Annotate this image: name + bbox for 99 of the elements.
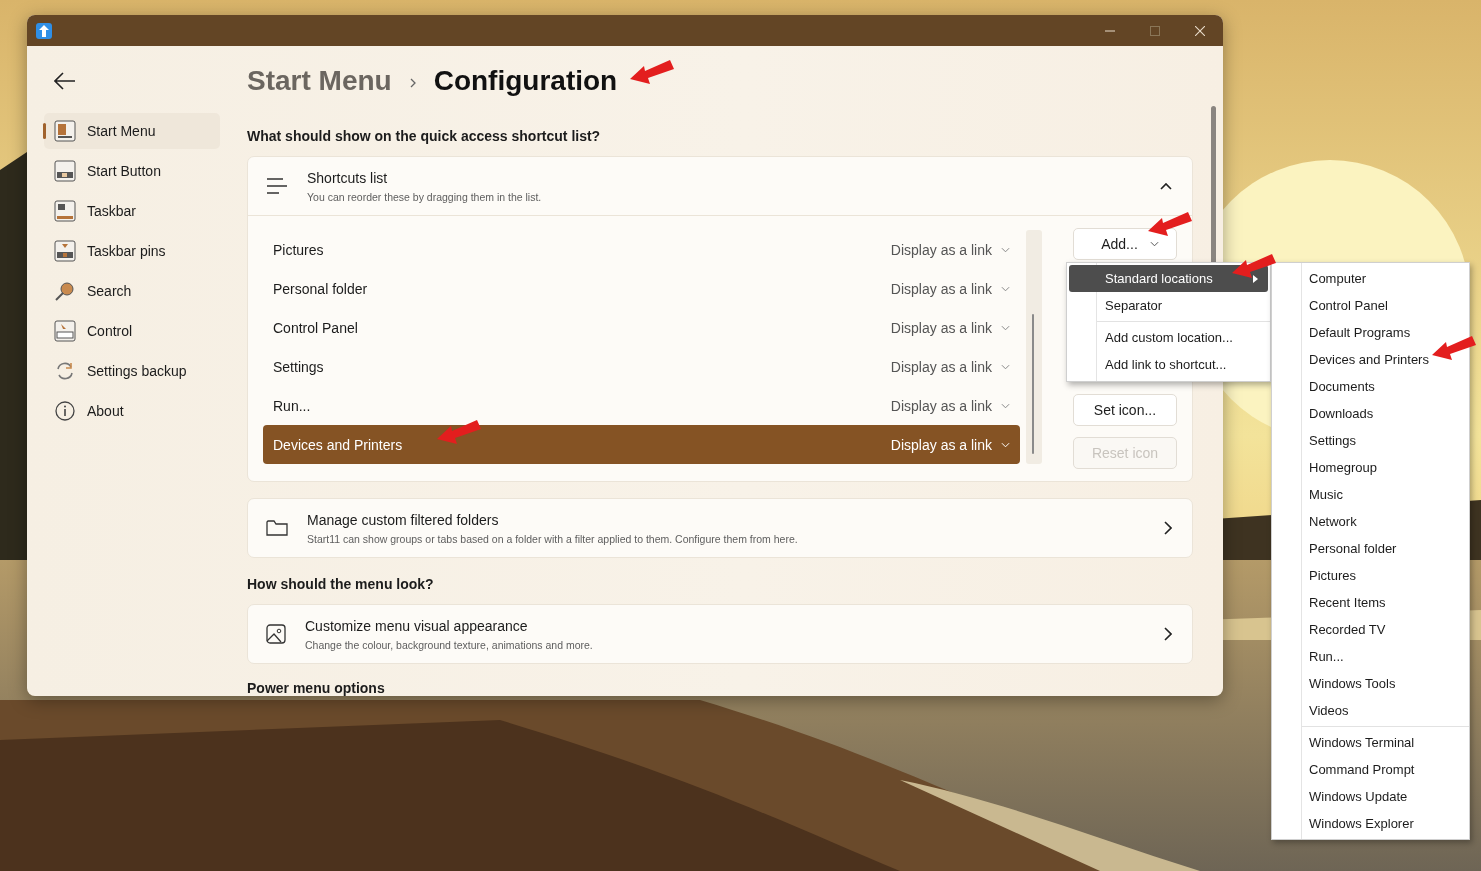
menu-item[interactable]: Add link to shortcut... <box>1069 351 1268 378</box>
caret-icon <box>1001 285 1010 292</box>
shortcut-name: Personal folder <box>273 280 368 297</box>
sidebar-item[interactable]: Search <box>44 273 220 309</box>
menu-item[interactable]: Windows Tools <box>1309 670 1396 697</box>
info-icon <box>54 400 76 422</box>
card-subtitle: You can reorder these by dragging them in the list. <box>307 190 543 203</box>
menu-item[interactable]: Recent Items <box>1309 589 1386 616</box>
menu-item[interactable]: Windows Update <box>1309 783 1408 810</box>
menu-item[interactable]: Windows Terminal <box>1309 729 1415 756</box>
menu-item[interactable]: Settings <box>1309 427 1356 454</box>
maximize-icon[interactable] <box>1150 25 1160 36</box>
caret-icon <box>1001 246 1010 253</box>
taskbar-icon <box>54 200 76 222</box>
start-button-icon <box>54 160 76 182</box>
annotation-arrow <box>1232 254 1276 280</box>
section-heading: How should the menu look? <box>247 576 435 592</box>
filtered-folders-card[interactable]: Manage custom filtered folders Start11 can show groups or tabs based on a folder with a filter applied to them. Configure them from here. <box>247 498 1193 558</box>
menu-item[interactable]: Personal folder <box>1309 535 1397 562</box>
menu-item[interactable]: Devices and Printers <box>1309 346 1429 373</box>
sidebar-item[interactable]: Start Menu <box>44 113 220 149</box>
shortcut-row[interactable]: Personal folder Display as a link <box>263 269 1020 308</box>
section-heading: What should show on the quick access shortcut list? <box>247 128 602 144</box>
shortcut-row[interactable]: Control Panel Display as a link <box>263 308 1020 347</box>
menu-item[interactable]: Computer <box>1309 265 1367 292</box>
list-icon <box>266 178 288 194</box>
display-dropdown[interactable]: Display as a link <box>890 436 1010 453</box>
search-icon <box>54 280 76 302</box>
menu-item[interactable]: Control Panel <box>1309 292 1388 319</box>
close-icon[interactable] <box>1195 25 1205 36</box>
taskbar-pins-icon <box>54 240 76 262</box>
sidebar-item[interactable]: Control <box>44 313 220 349</box>
sidebar-item[interactable]: Start Button <box>44 153 220 189</box>
folder-icon <box>266 519 288 537</box>
annotation-arrow <box>1148 212 1192 238</box>
image-icon <box>266 624 286 644</box>
card-title: Customize menu visual appearance <box>305 617 529 634</box>
appearance-card[interactable]: Customize menu visual appearance Change the colour, background texture, animations and more. <box>247 604 1193 664</box>
collapse-chevron-icon[interactable] <box>1160 182 1172 190</box>
keyboard-icon <box>54 320 76 342</box>
menu-item[interactable]: Downloads <box>1309 400 1374 427</box>
breadcrumb-item: Configuration <box>433 65 618 97</box>
shortcut-row[interactable]: Pictures Display as a link <box>263 230 1020 269</box>
annotation-arrow <box>630 60 674 86</box>
chevron-right-icon <box>1164 627 1172 641</box>
selection-indicator <box>43 123 46 139</box>
menu-item[interactable]: Standard locations <box>1069 265 1268 292</box>
dropdown-button[interactable]: Add... <box>1073 228 1177 260</box>
card-title: Shortcuts list <box>307 169 389 186</box>
display-dropdown[interactable]: Display as a link <box>890 280 1010 297</box>
menu-item[interactable]: Videos <box>1309 697 1349 724</box>
annotation-arrow <box>1432 336 1476 362</box>
display-dropdown[interactable]: Display as a link <box>890 397 1010 414</box>
menu-item[interactable]: Pictures <box>1309 562 1356 589</box>
menu-item[interactable]: Windows Explorer <box>1309 810 1414 837</box>
shortcut-name: Pictures <box>273 241 324 258</box>
shortcut-name: Devices and Printers <box>273 436 403 453</box>
shortcut-row[interactable]: Run... Display as a link <box>263 386 1020 425</box>
card-subtitle: Change the colour, background texture, animations and more. <box>305 638 594 651</box>
shortcut-name: Run... <box>273 397 311 414</box>
sidebar-item[interactable]: About <box>44 393 220 429</box>
menu-item[interactable]: Documents <box>1309 373 1375 400</box>
breadcrumb-item[interactable]: Start Menu <box>247 65 392 97</box>
card-subtitle: Start11 can show groups or tabs based on a folder with a filter applied to them. Configure them from here. <box>307 532 799 545</box>
display-dropdown[interactable]: Display as a link <box>890 241 1010 258</box>
menu-item[interactable]: Add custom location... <box>1069 324 1268 351</box>
menu-item[interactable]: Homegroup <box>1309 454 1377 481</box>
sidebar-item[interactable]: Settings backup <box>44 353 220 389</box>
sidebar-item[interactable]: Taskbar <box>44 193 220 229</box>
section-heading: Power menu options <box>247 680 386 696</box>
menu-item[interactable]: Music <box>1309 481 1343 508</box>
menu-item[interactable]: Network <box>1309 508 1357 535</box>
display-dropdown[interactable]: Display as a link <box>890 319 1010 336</box>
shortcut-name: Settings <box>273 358 324 375</box>
caret-icon <box>1001 363 1010 370</box>
menu-item[interactable]: Default Programs <box>1309 319 1411 346</box>
button[interactable]: Set icon... <box>1073 394 1177 426</box>
caret-icon <box>1001 441 1010 448</box>
start-menu-icon <box>54 120 76 142</box>
menu-item[interactable]: Run... <box>1309 643 1344 670</box>
caret-icon <box>1149 241 1159 247</box>
chevron-icon <box>409 78 416 88</box>
annotation-arrow <box>437 420 481 446</box>
caret-icon <box>1001 402 1010 409</box>
card-title: Manage custom filtered folders <box>307 511 500 528</box>
chevron-right-icon <box>1164 521 1172 535</box>
sync-icon <box>54 360 76 382</box>
back-arrow-icon[interactable] <box>54 72 76 90</box>
app-icon <box>36 22 52 39</box>
caret-icon <box>1001 324 1010 331</box>
menu-item[interactable]: Recorded TV <box>1309 616 1386 643</box>
sidebar-item[interactable]: Taskbar pins <box>44 233 220 269</box>
shortcut-row[interactable]: Devices and Printers Display as a link <box>263 425 1020 464</box>
menu-item[interactable]: Separator <box>1069 292 1268 319</box>
shortcut-name: Control Panel <box>273 319 358 336</box>
menu-item[interactable]: Command Prompt <box>1309 756 1415 783</box>
shortcut-row[interactable]: Settings Display as a link <box>263 347 1020 386</box>
display-dropdown[interactable]: Display as a link <box>890 358 1010 375</box>
scrollbar-thumb[interactable] <box>1032 314 1034 454</box>
